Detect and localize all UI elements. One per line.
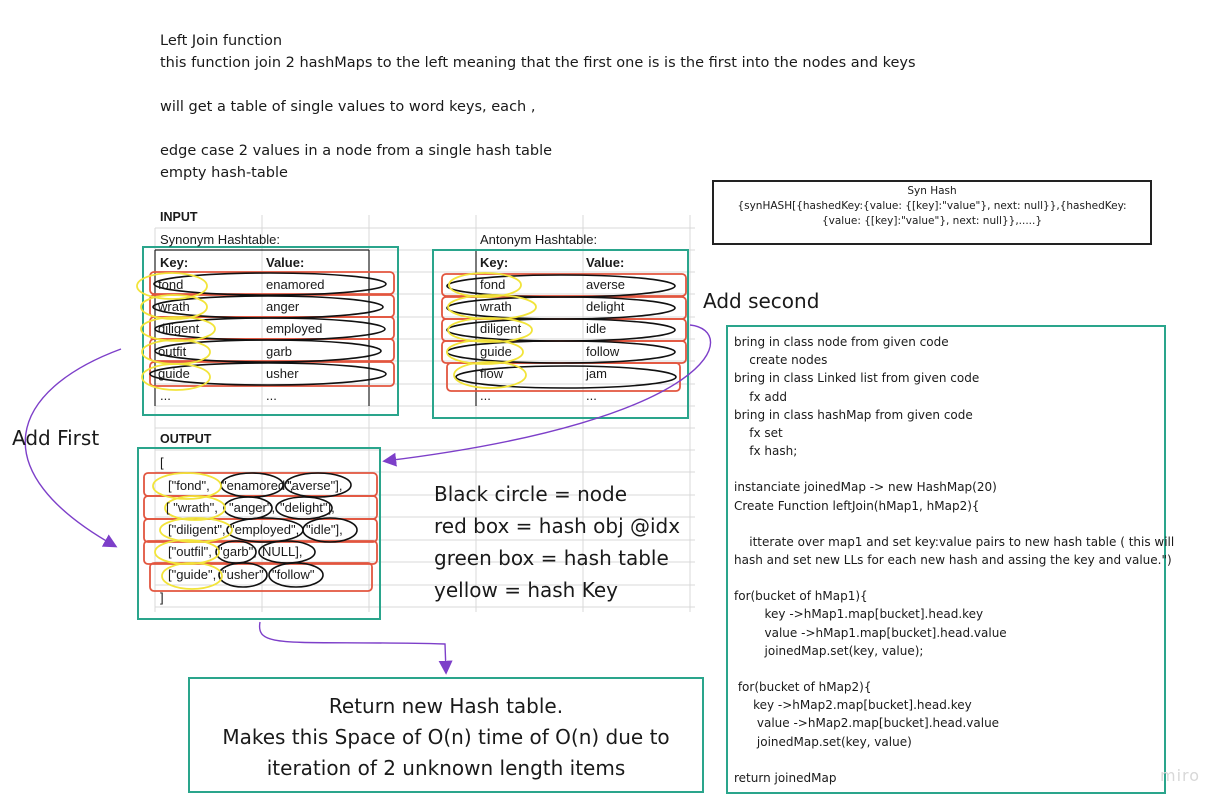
code-line: bring in class hashMap from given code — [734, 407, 973, 422]
antonym-red-boxes — [441, 273, 687, 392]
synonym-value: garb — [266, 344, 293, 359]
output-key: [ "wrath", — [166, 500, 218, 515]
code-line: instanciate joinedMap -> new HashMap(20) — [734, 480, 997, 495]
antonym-key: guide — [480, 344, 512, 359]
return-line: iteration of 2 unknown length items — [266, 756, 626, 780]
antonym-value: delight — [586, 299, 625, 314]
code-line: return joinedMap — [734, 770, 837, 785]
antonym-key-header: Key: — [480, 255, 509, 270]
code-line: Create Function leftJoin(hMap1, hMap2){ — [734, 498, 980, 513]
code-line: for(bucket of hMap2){ — [734, 680, 872, 695]
code-line: create nodes — [734, 353, 828, 368]
add-second-label: Add second — [703, 289, 820, 313]
code-line: fx add — [734, 389, 787, 404]
antonym-key: diligent — [480, 321, 522, 336]
code-line: value ->hMap2.map[bucket].head.value — [734, 716, 1000, 731]
return-arrow — [258, 621, 453, 675]
synonym-value: anger — [266, 299, 300, 314]
synonym-value: usher — [266, 366, 299, 381]
legend-hash-obj: red box = hash obj @idx — [434, 514, 681, 538]
miro-watermark: miro — [1160, 766, 1201, 785]
antonym-value: follow — [586, 344, 620, 359]
antonym-key: wrath — [480, 299, 512, 314]
synonym-key: guide — [158, 366, 190, 381]
output-value-1: "usher" — [222, 567, 264, 582]
output-value-2: "averse"], — [287, 478, 343, 493]
code-line: joinedMap.set(key, value); — [734, 643, 924, 658]
output-value-2: "follow" — [272, 567, 315, 582]
synonym-value: ... — [266, 388, 277, 403]
antonym-value: ... — [586, 388, 597, 403]
output-value-2: "delight"], — [280, 500, 335, 515]
output-value-2: NULL], — [262, 544, 303, 559]
legend-node: Black circle = node — [434, 482, 628, 506]
synonym-key-header: Key: — [160, 255, 189, 270]
antonym-value: averse — [586, 277, 626, 292]
add-first-label: Add First — [12, 426, 100, 450]
code-line: itterate over map1 and set key:value pai… — [734, 534, 1175, 549]
output-key: ["fond", — [168, 478, 210, 493]
output-close-bracket: ] — [160, 590, 164, 605]
synonym-key: outfit — [158, 344, 187, 359]
synonym-key: fond — [158, 277, 184, 292]
code-line: value ->hMap1.map[bucket].head.value — [734, 625, 1007, 640]
code-line: key ->hMap1.map[bucket].head.key — [734, 607, 984, 622]
code-line: hash and set new LLs for each new hash a… — [734, 553, 1172, 568]
code-line: for(bucket of hMap1){ — [734, 589, 868, 604]
pseudocode-box[interactable]: bring in class node from given code crea… — [726, 325, 1175, 794]
code-line: bring in class Linked list from given co… — [734, 371, 980, 386]
antonym-key: ... — [480, 388, 491, 403]
antonym-value: jam — [586, 366, 607, 381]
synonym-value: employed — [266, 321, 323, 336]
input-label: INPUT — [160, 210, 198, 224]
legend-hash-table: green box = hash table — [434, 546, 669, 570]
legend-hash-key: yellow = hash Key — [434, 578, 618, 602]
output-key: ["guide", — [168, 567, 217, 582]
antonym-key: fond — [480, 277, 506, 292]
code-line: key ->hMap2.map[bucket].head.key — [734, 698, 972, 713]
synonym-caption: Synonym Hashtable: — [160, 232, 280, 247]
code-line: fx set — [734, 426, 783, 441]
output-value-1: "enamored", — [222, 478, 294, 493]
synonym-key: wrath — [158, 299, 190, 314]
output-key: ["outfil", — [168, 544, 212, 559]
synonym-key: ... — [160, 388, 171, 403]
output-value-1: "garb", — [218, 544, 257, 559]
output-key: ["diligent", — [168, 522, 226, 537]
synonym-key: diligent — [158, 321, 200, 336]
output-value-1: "anger", — [229, 500, 276, 515]
synonym-value-header: Value: — [266, 255, 305, 270]
antonym-value-header: Value: — [586, 255, 625, 270]
antonym-value: idle — [586, 321, 607, 336]
return-hash-table-box[interactable]: Return new Hash table. Makes this Space … — [188, 677, 704, 793]
code-line: bring in class node from given code — [734, 335, 949, 349]
return-line: Makes this Space of O(n) time of O(n) du… — [222, 725, 670, 749]
return-line: Return new Hash table. — [328, 694, 564, 718]
output-label: OUTPUT — [160, 432, 212, 446]
antonym-key: flow — [480, 366, 504, 381]
code-line: joinedMap.set(key, value) — [734, 734, 912, 749]
legend: Black circle = node red box = hash obj @… — [434, 478, 680, 606]
code-line: fx hash; — [734, 444, 798, 459]
output-value-1: "employed", — [230, 522, 300, 537]
synonym-value: enamored — [266, 277, 325, 292]
output-open-bracket: [ — [160, 455, 164, 470]
output-value-2: "idle"], — [306, 522, 343, 537]
antonym-caption: Antonym Hashtable: — [480, 232, 598, 247]
